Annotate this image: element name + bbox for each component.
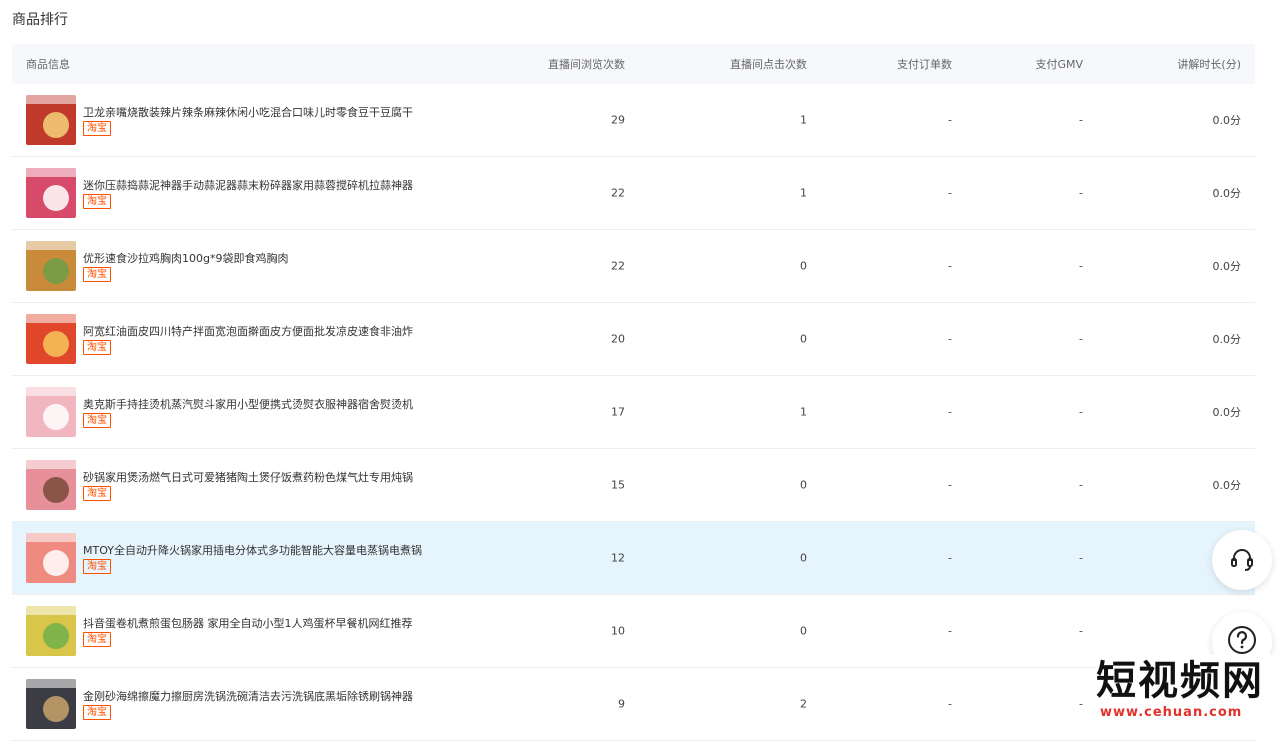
views-cell: 29 <box>611 113 625 127</box>
table-row[interactable]: 迷你压蒜捣蒜泥神器手动蒜泥器蒜末粉碎器家用蒜蓉搅碎机拉蒜神器 淘宝 22 1 - - 0.0… <box>12 157 1255 230</box>
table-row[interactable]: 卫龙亲嘴烧散装辣片辣条麻辣休闲小吃混合口味儿时零食豆干豆腐干 淘宝 29 1 - - 0.0… <box>12 84 1255 157</box>
platform-tag: 淘宝 <box>83 194 111 209</box>
table-row[interactable]: 砂锅家用煲汤燃气日式可爱猪猪陶土煲仔饭煮药粉色煤气灶专用炖锅 淘宝 15 0 - - 0.0… <box>12 449 1255 522</box>
views-cell: 22 <box>611 186 625 200</box>
platform-tag: 淘宝 <box>83 705 111 720</box>
gmv-cell: - <box>1079 478 1083 492</box>
product-thumbnail[interactable] <box>26 606 76 656</box>
views-cell: 12 <box>611 551 625 565</box>
gmv-cell: - <box>1079 113 1083 127</box>
orders-cell: - <box>948 624 952 638</box>
table-header: 商品信息 直播间浏览次数 直播间点击次数 支付订单数 支付GMV 讲解时长(分) <box>12 44 1255 84</box>
duration-cell: 0.0分 <box>1212 187 1242 200</box>
product-name[interactable]: 抖音蛋卷机煮煎蛋包肠器 家用全自动小型1人鸡蛋杯早餐机网红推荐 <box>83 615 413 631</box>
orders-cell: - <box>948 551 952 565</box>
views-cell: 17 <box>611 405 625 419</box>
duration-cell: 0.0分 <box>1212 260 1242 273</box>
table-row[interactable]: 优形速食沙拉鸡胸肉100g*9袋即食鸡胸肉 淘宝 22 0 - - 0.0分 <box>12 230 1255 303</box>
table-row[interactable]: 奥克斯手持挂烫机蒸汽熨斗家用小型便携式烫熨衣服神器宿舍熨烫机 淘宝 17 1 - - 0.0… <box>12 376 1255 449</box>
product-name[interactable]: 奥克斯手持挂烫机蒸汽熨斗家用小型便携式烫熨衣服神器宿舍熨烫机 <box>83 396 413 412</box>
product-thumbnail[interactable] <box>26 533 76 583</box>
orders-cell: - <box>948 186 952 200</box>
platform-tag: 淘宝 <box>83 559 111 574</box>
watermark-main-text: 短视频网 <box>1096 657 1264 704</box>
table-row[interactable]: 抖音蛋卷机煮煎蛋包肠器 家用全自动小型1人鸡蛋杯早餐机网红推荐 淘宝 10 0 - - <box>12 595 1255 668</box>
orders-cell: - <box>948 478 952 492</box>
orders-cell: - <box>948 259 952 273</box>
gmv-cell: - <box>1079 332 1083 346</box>
duration-cell: 0.0分 <box>1212 406 1242 419</box>
product-thumbnail[interactable] <box>26 95 76 145</box>
product-thumbnail[interactable] <box>26 387 76 437</box>
watermark-url-text: www.cehuan.com <box>1100 705 1243 720</box>
gmv-cell: - <box>1079 697 1083 711</box>
platform-tag: 淘宝 <box>83 121 111 136</box>
platform-tag: 淘宝 <box>83 413 111 428</box>
orders-cell: - <box>948 697 952 711</box>
clicks-cell: 2 <box>800 697 807 711</box>
table-row[interactable]: 金刚砂海绵擦魔力擦厨房洗锅洗碗清洁去污洗锅底黑垢除锈刷锅神器 淘宝 9 2 - - <box>12 668 1255 741</box>
col-header-duration[interactable]: 讲解时长(分) <box>1177 56 1241 72</box>
product-thumbnail[interactable] <box>26 168 76 218</box>
headset-icon <box>1227 543 1257 577</box>
platform-tag: 淘宝 <box>83 267 111 282</box>
clicks-cell: 0 <box>800 259 807 273</box>
gmv-cell: - <box>1079 551 1083 565</box>
gmv-cell: - <box>1079 405 1083 419</box>
views-cell: 22 <box>611 259 625 273</box>
clicks-cell: 0 <box>800 551 807 565</box>
col-header-product-info: 商品信息 <box>26 58 70 71</box>
views-cell: 9 <box>618 697 625 711</box>
clicks-cell: 0 <box>800 332 807 346</box>
table-row[interactable]: MTOY全自动升降火锅家用插电分体式多功能智能大容量电蒸锅电煮锅 淘宝 12 0 - - <box>12 522 1255 595</box>
customer-service-button[interactable] <box>1212 530 1272 590</box>
product-thumbnail[interactable] <box>26 314 76 364</box>
views-cell: 10 <box>611 624 625 638</box>
product-thumbnail[interactable] <box>26 460 76 510</box>
product-name[interactable]: 砂锅家用煲汤燃气日式可爱猪猪陶土煲仔饭煮药粉色煤气灶专用炖锅 <box>83 469 413 485</box>
orders-cell: - <box>948 405 952 419</box>
clicks-cell: 1 <box>800 113 807 127</box>
product-name[interactable]: 卫龙亲嘴烧散装辣片辣条麻辣休闲小吃混合口味儿时零食豆干豆腐干 <box>83 104 413 120</box>
gmv-cell: - <box>1079 186 1083 200</box>
product-name[interactable]: MTOY全自动升降火锅家用插电分体式多功能智能大容量电蒸锅电煮锅 <box>83 542 422 558</box>
col-header-orders[interactable]: 支付订单数 <box>897 56 952 72</box>
duration-cell: 0.0分 <box>1212 333 1242 346</box>
section-title: 商品排行 <box>12 12 68 28</box>
watermark: 短视频网 www.cehuan.com <box>1096 655 1280 723</box>
platform-tag: 淘宝 <box>83 632 111 647</box>
product-name[interactable]: 阿宽红油面皮四川特产拌面宽泡面擀面皮方便面批发凉皮速食非油炸 <box>83 323 413 339</box>
duration-cell: 0.0分 <box>1212 479 1242 492</box>
col-header-clicks[interactable]: 直播间点击次数 <box>730 56 807 72</box>
table-row[interactable]: 阿宽红油面皮四川特产拌面宽泡面擀面皮方便面批发凉皮速食非油炸 淘宝 20 0 - - 0.0… <box>12 303 1255 376</box>
product-name[interactable]: 优形速食沙拉鸡胸肉100g*9袋即食鸡胸肉 <box>83 250 288 266</box>
product-ranking-table: 商品信息 直播间浏览次数 直播间点击次数 支付订单数 支付GMV 讲解时长(分)… <box>12 44 1255 741</box>
gmv-cell: - <box>1079 624 1083 638</box>
gmv-cell: - <box>1079 259 1083 273</box>
product-name[interactable]: 金刚砂海绵擦魔力擦厨房洗锅洗碗清洁去污洗锅底黑垢除锈刷锅神器 <box>83 688 413 704</box>
platform-tag: 淘宝 <box>83 486 111 501</box>
product-name[interactable]: 迷你压蒜捣蒜泥神器手动蒜泥器蒜末粉碎器家用蒜蓉搅碎机拉蒜神器 <box>83 177 413 193</box>
clicks-cell: 0 <box>800 478 807 492</box>
clicks-cell: 0 <box>800 624 807 638</box>
duration-cell: 0.0分 <box>1212 114 1242 127</box>
orders-cell: - <box>948 332 952 346</box>
col-header-views[interactable]: 直播间浏览次数 <box>548 56 625 72</box>
clicks-cell: 1 <box>800 186 807 200</box>
product-thumbnail[interactable] <box>26 241 76 291</box>
clicks-cell: 1 <box>800 405 807 419</box>
views-cell: 15 <box>611 478 625 492</box>
col-header-gmv[interactable]: 支付GMV <box>1035 56 1083 72</box>
views-cell: 20 <box>611 332 625 346</box>
platform-tag: 淘宝 <box>83 340 111 355</box>
table-body: 卫龙亲嘴烧散装辣片辣条麻辣休闲小吃混合口味儿时零食豆干豆腐干 淘宝 29 1- -0.0… <box>12 84 1255 741</box>
product-thumbnail[interactable] <box>26 679 76 729</box>
orders-cell: - <box>948 113 952 127</box>
